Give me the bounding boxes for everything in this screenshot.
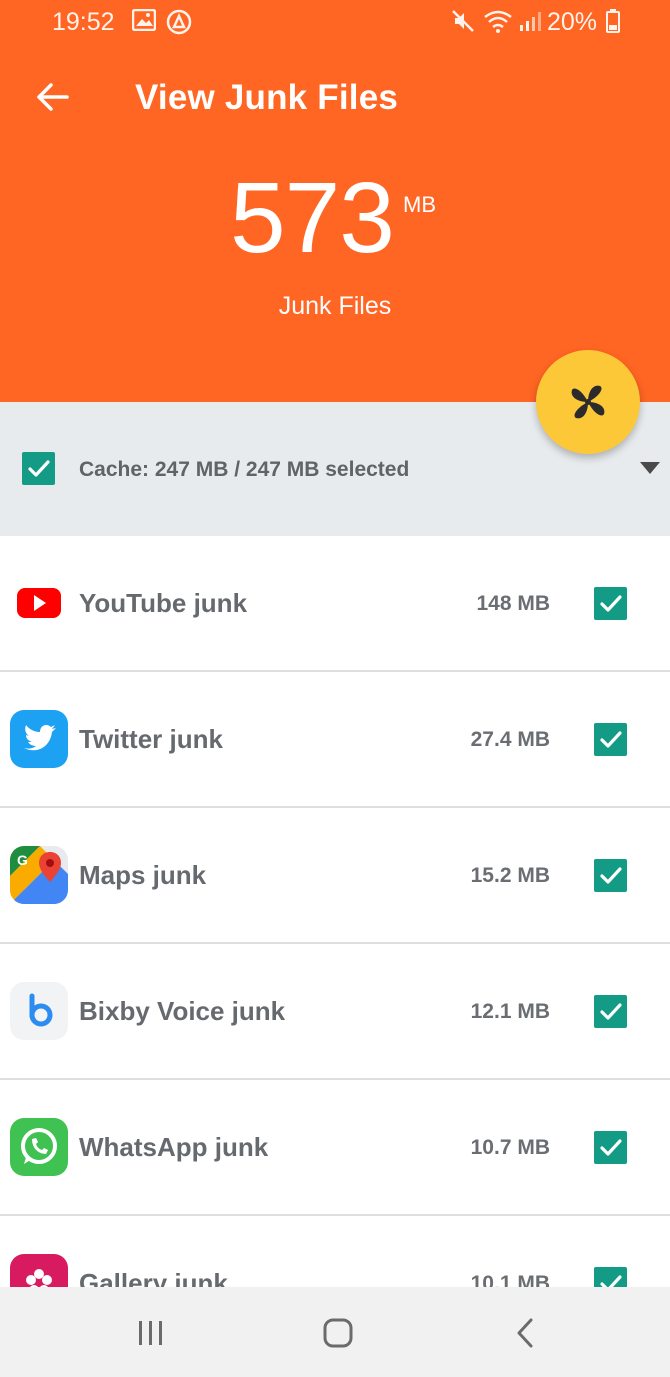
item-checkbox[interactable] <box>594 587 627 620</box>
status-bar: 19:52 20% <box>0 0 670 46</box>
wifi-icon <box>483 9 515 35</box>
twitter-icon <box>10 710 68 768</box>
back-nav-icon[interactable] <box>505 1317 545 1349</box>
check-icon <box>599 1002 622 1020</box>
item-name: Bixby Voice junk <box>79 996 286 1026</box>
list-item[interactable]: G Maps junk 15.2 MB <box>0 808 670 944</box>
page-title: View Junk Files <box>135 78 399 117</box>
item-size: 148 MB <box>476 592 550 615</box>
item-checkbox[interactable] <box>594 995 627 1028</box>
item-name: YouTube junk <box>79 588 248 618</box>
item-name: WhatsApp junk <box>79 1132 269 1162</box>
recent-apps-icon[interactable] <box>131 1317 171 1349</box>
youtube-icon <box>10 574 68 632</box>
arrow-left-icon <box>37 83 69 111</box>
list-item[interactable]: Bixby Voice junk 12.1 MB <box>0 944 670 1080</box>
bixby-icon <box>10 982 68 1040</box>
svg-text:G: G <box>17 852 28 868</box>
select-all-checkbox[interactable] <box>22 452 55 485</box>
navigation-bar <box>0 1287 670 1377</box>
summary-text: Cache: 247 MB / 247 MB selected <box>79 458 410 481</box>
item-size: 10.7 MB <box>470 1136 550 1159</box>
image-icon <box>131 8 158 35</box>
home-icon[interactable] <box>318 1317 358 1349</box>
list-item[interactable]: WhatsApp junk 10.7 MB <box>0 1080 670 1216</box>
check-icon <box>599 866 622 884</box>
item-name: Twitter junk <box>79 724 223 754</box>
check-icon <box>599 594 622 612</box>
junk-label: Junk Files <box>278 292 392 320</box>
list-item[interactable]: YouTube junk 148 MB <box>0 536 670 672</box>
item-checkbox[interactable] <box>594 859 627 892</box>
item-size: 27.4 MB <box>470 728 550 751</box>
item-name: Maps junk <box>79 860 207 890</box>
fan-icon <box>571 385 605 419</box>
maps-icon: G <box>10 846 68 904</box>
junk-unit: MB <box>403 192 436 217</box>
signal-icon <box>518 9 544 35</box>
item-checkbox[interactable] <box>594 1131 627 1164</box>
check-icon <box>599 730 622 748</box>
junk-amount: 573 <box>230 162 395 274</box>
whatsapp-icon <box>10 1118 68 1176</box>
expand-dropdown-icon[interactable] <box>640 462 660 474</box>
clean-button[interactable] <box>536 350 640 454</box>
mute-icon <box>451 9 477 35</box>
battery-icon <box>606 9 622 35</box>
item-size: 15.2 MB <box>470 864 550 887</box>
alert-icon <box>166 9 192 35</box>
check-icon <box>27 459 50 477</box>
check-icon <box>599 1138 622 1156</box>
battery-text: 20% <box>547 8 598 36</box>
item-checkbox[interactable] <box>594 723 627 756</box>
junk-list: YouTube junk 148 MB Twitter junk 27.4 MB <box>0 536 670 1352</box>
status-time: 19:52 <box>52 8 115 36</box>
list-item[interactable]: Twitter junk 27.4 MB <box>0 672 670 808</box>
header: 19:52 20% View Junk Files 573 MB Junk Fi… <box>0 0 670 402</box>
item-size: 12.1 MB <box>470 1000 550 1023</box>
back-button[interactable] <box>30 74 76 120</box>
